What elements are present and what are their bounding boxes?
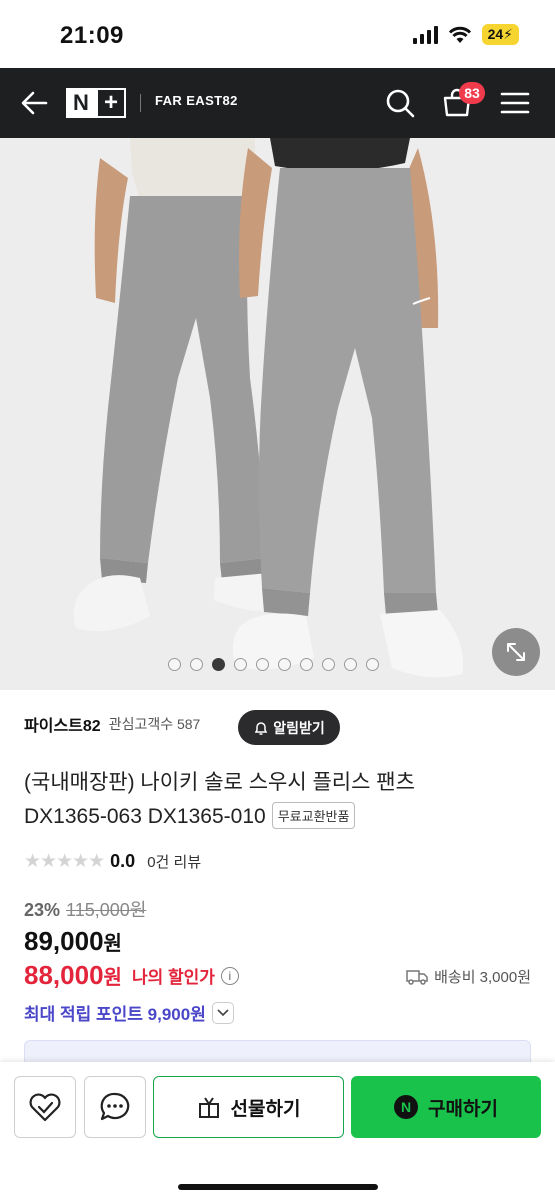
sale-price: 89,000원 (24, 926, 122, 956)
chat-bubble-icon (100, 1092, 130, 1121)
gift-icon (198, 1097, 219, 1118)
review-count[interactable]: 0건 리뷰 (147, 851, 201, 872)
rating-score: 0.0 (110, 851, 136, 871)
alarm-subscribe-button[interactable]: 알림받기 (238, 710, 340, 745)
expand-image-button[interactable] (492, 628, 540, 676)
product-photo-illustration (73, 138, 464, 678)
max-points: 최대 적립 포인트 9,900원 (24, 1005, 206, 1024)
menu-icon[interactable] (498, 86, 532, 120)
buy-button[interactable]: N 구매하기 (351, 1076, 541, 1138)
fans-count: 관심고객수 587 (108, 716, 201, 732)
home-indicator (178, 1184, 378, 1190)
chevron-down-icon[interactable] (211, 1001, 234, 1024)
gift-button[interactable]: 선물하기 (153, 1076, 344, 1138)
wifi-icon (448, 26, 471, 43)
free-return-badge: 무료교환반품 (271, 802, 356, 829)
expand-icon (507, 643, 525, 661)
discount-rate: 23% (24, 900, 61, 920)
my-price-row: 88,000원 나의 할인가 i (24, 960, 239, 991)
status-bar: 21:09 24⚡ (0, 0, 555, 68)
status-icons: 24⚡ (412, 24, 519, 45)
product-title-line1: (국내매장판) 나이키 솔로 스우시 플리스 팬츠 (24, 771, 415, 794)
gallery-dot[interactable] (234, 658, 247, 671)
info-icon[interactable]: i (220, 966, 239, 985)
gallery-dot-active[interactable] (212, 658, 225, 671)
bottom-action-bar: 선물하기 N 구매하기 (0, 1062, 555, 1200)
battery-indicator: 24⚡ (481, 24, 519, 45)
gallery-dot[interactable] (168, 658, 181, 671)
back-arrow-icon[interactable] (18, 86, 52, 120)
status-time: 21:09 (60, 22, 124, 49)
gallery-dot[interactable] (278, 658, 291, 671)
naver-plus-logo[interactable]: N + (66, 88, 126, 118)
shipping-fee: 배송비 3,000원 (406, 966, 531, 987)
heart-check-icon (29, 1093, 61, 1122)
my-discount-price: 88,000원 (24, 960, 122, 990)
gallery-dot[interactable] (322, 658, 335, 671)
original-price: 115,000원 (66, 900, 147, 920)
naver-pay-icon: N (394, 1095, 419, 1119)
store-name[interactable]: FAR EAST82 (155, 93, 238, 108)
product-image[interactable] (0, 138, 555, 690)
gallery-dot[interactable] (344, 658, 357, 671)
gallery-dot[interactable] (300, 658, 313, 671)
chat-button[interactable] (84, 1076, 146, 1138)
header-divider (140, 94, 141, 112)
cart-count-badge: 83 (459, 82, 485, 104)
rating-stars: ★★★★★ (24, 851, 105, 872)
discount-row: 23% 115,000원 (24, 896, 146, 922)
gallery-dot[interactable] (256, 658, 269, 671)
search-icon[interactable] (383, 86, 417, 120)
gallery-dots (168, 658, 379, 671)
wishlist-button[interactable] (14, 1076, 76, 1138)
my-discount-label: 나의 할인가 (131, 968, 215, 987)
seller-name[interactable]: 파이스트82 (24, 712, 101, 736)
rating-row[interactable]: ★★★★★ 0.0 0건 리뷰 (24, 850, 201, 873)
product-title-line2: DX1365-063 DX1365-010 무료교환반품 (24, 802, 356, 831)
gallery-dot[interactable] (366, 658, 379, 671)
truck-icon (406, 969, 428, 985)
seller-row: 파이스트82 관심고객수 587 (24, 712, 200, 736)
points-row[interactable]: 최대 적립 포인트 9,900원 (24, 1000, 234, 1025)
cellular-signal-icon (412, 25, 438, 44)
bell-plus-icon (255, 721, 268, 735)
gallery-dot[interactable] (190, 658, 203, 671)
